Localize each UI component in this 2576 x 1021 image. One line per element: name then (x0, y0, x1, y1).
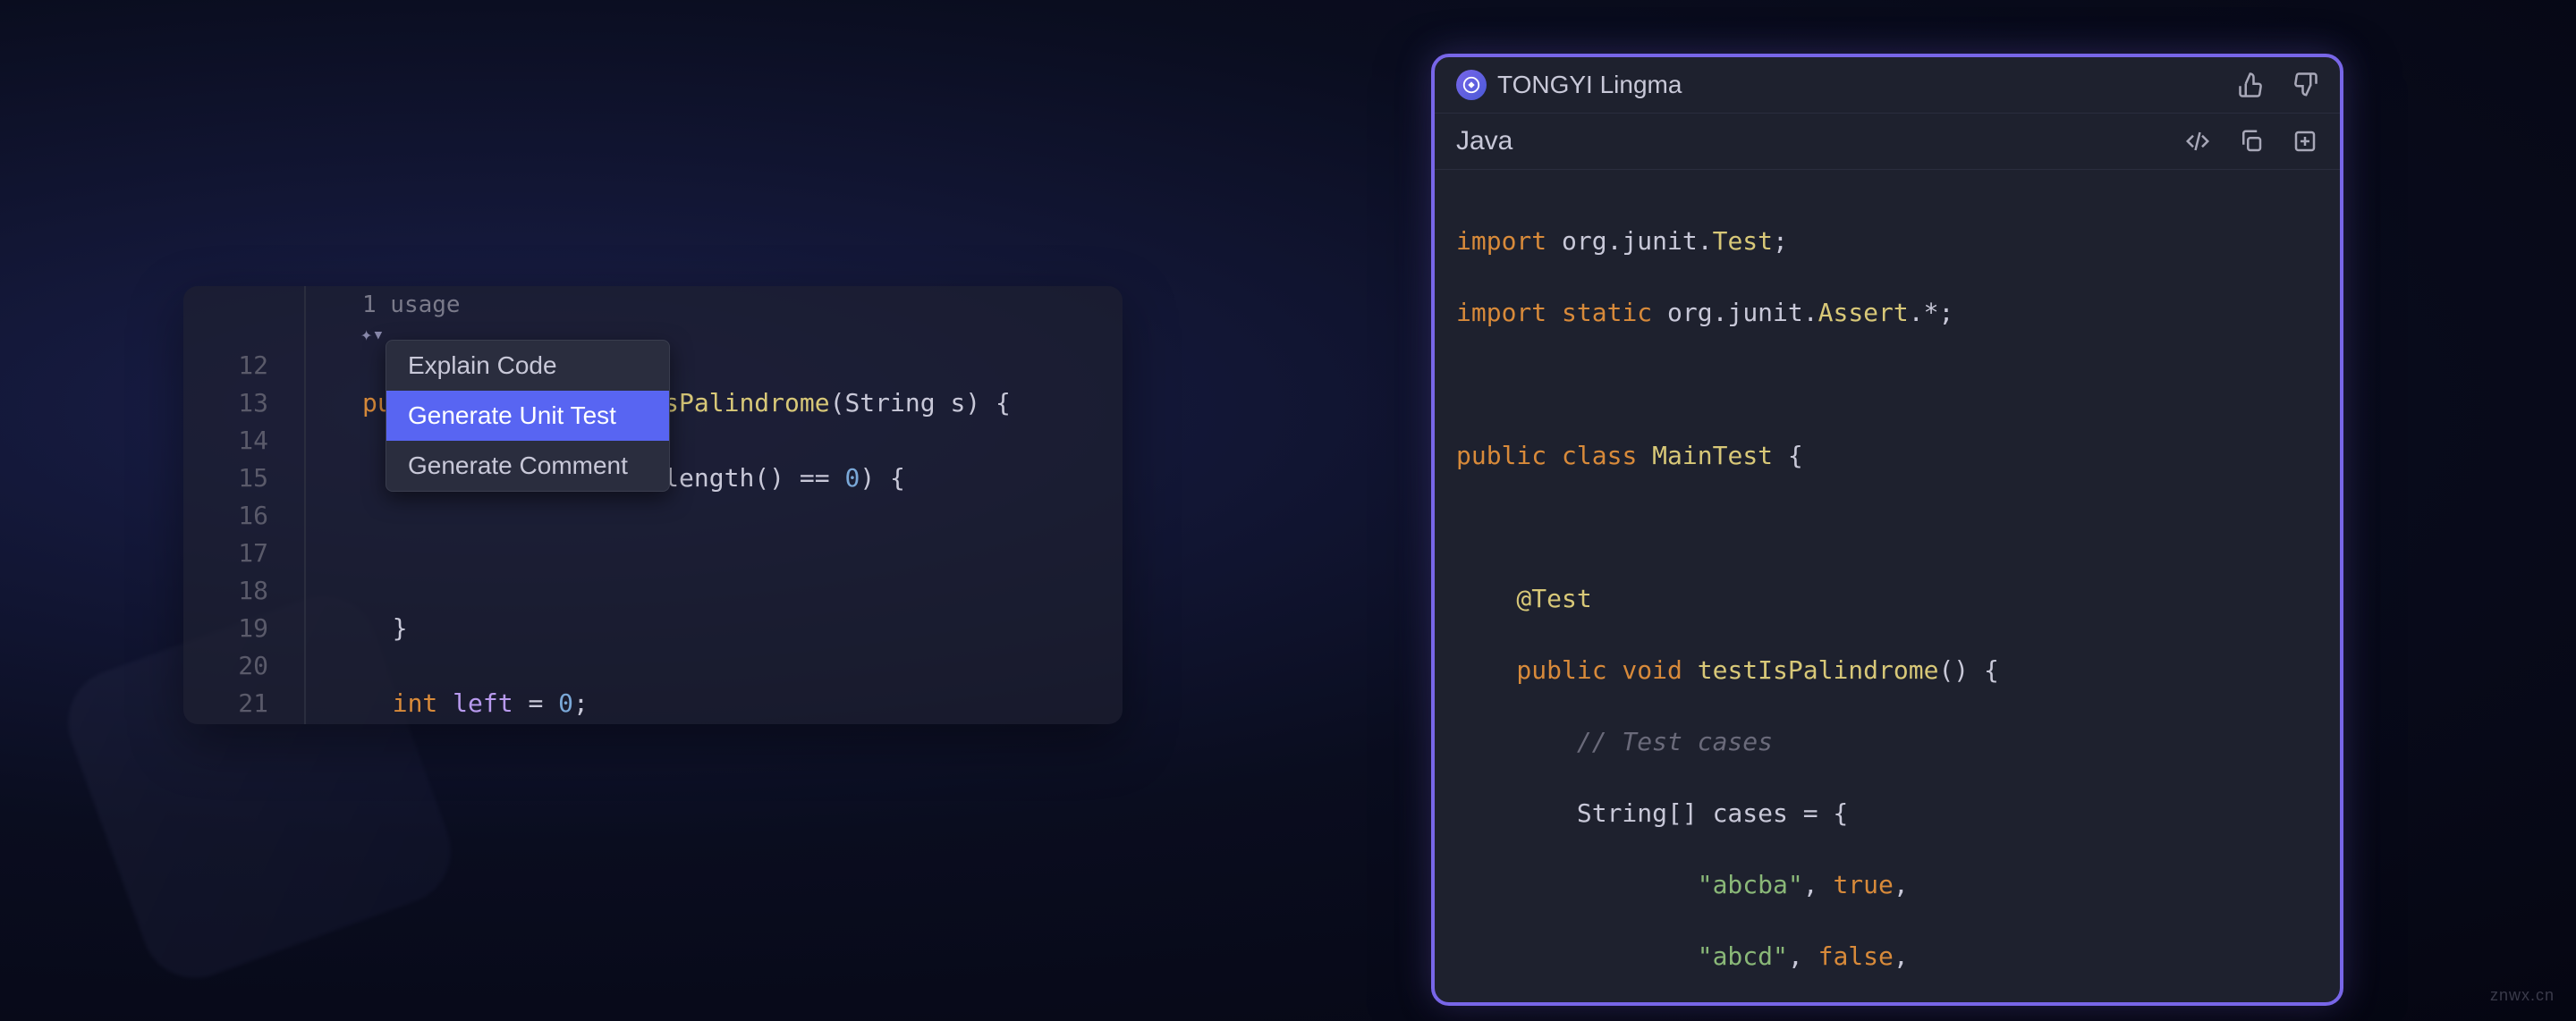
code-token: , (1894, 941, 1909, 971)
line-number: 20 (183, 647, 304, 685)
code-token: org.junit. (1652, 298, 1818, 327)
code-token: () { (1938, 655, 1998, 685)
code-token: isPalindrome (648, 388, 829, 418)
code-actions-menu: Explain Code Generate Unit Test Generate… (386, 340, 670, 492)
code-token: import (1456, 226, 1546, 256)
ai-badge-icon[interactable]: ✦▾ (360, 324, 385, 346)
menu-generate-comment[interactable]: Generate Comment (386, 441, 669, 491)
code-token: { (1773, 441, 1803, 470)
assistant-header: TONGYI Lingma (1435, 57, 2340, 114)
language-bar: Java (1435, 114, 2340, 170)
code-token: org.junit. (1546, 226, 1712, 256)
generated-code[interactable]: import org.junit.Test; import static org… (1435, 170, 2340, 1006)
menu-generate-unit-test[interactable]: Generate Unit Test (386, 391, 669, 441)
menu-explain-code[interactable]: Explain Code (386, 341, 669, 391)
line-number: 14 (183, 422, 304, 460)
line-number: 15 (183, 460, 304, 497)
thumbs-down-icon[interactable] (2292, 72, 2318, 98)
code-token: testIsPalindrome (1682, 655, 1939, 685)
line-number: 21 (183, 685, 304, 722)
code-token: , (1803, 870, 1834, 899)
code-token: ; (573, 688, 589, 718)
code-token: int (393, 688, 438, 718)
header-actions (2238, 72, 2318, 98)
code-token: // Test cases (1456, 727, 1773, 756)
line-number: 16 (183, 497, 304, 535)
code-token: @Test (1456, 584, 1592, 613)
line-gutter: 12 13 14 15 16 17 18 19 20 21 (183, 347, 304, 722)
code-token: ; (1773, 226, 1788, 256)
code-token: Test (1713, 226, 1773, 256)
code-token: (String s) { (830, 388, 1011, 418)
watermark: znwx.cn (2490, 986, 2555, 1005)
line-number: 18 (183, 572, 304, 610)
code-token: MainTest (1637, 441, 1773, 470)
code-token: "abcd" (1456, 941, 1788, 971)
code-token: = (513, 688, 559, 718)
usage-label: 1 usage (362, 291, 461, 318)
insert-code-icon[interactable] (2184, 128, 2211, 155)
code-token: "abcba" (1456, 870, 1803, 899)
copy-icon[interactable] (2238, 128, 2265, 155)
code-token: void (1607, 655, 1682, 685)
line-number: 12 (183, 347, 304, 384)
code-token: String[] cases = { (1456, 798, 1848, 828)
code-token: Assert (1818, 298, 1909, 327)
code-token: 0 (558, 688, 573, 718)
code-token: , (1788, 941, 1818, 971)
assistant-title-group: TONGYI Lingma (1456, 70, 1682, 100)
code-editor-panel: 1 usage ✦▾ 12 13 14 15 16 17 18 19 20 21… (183, 286, 1123, 724)
line-number: 13 (183, 384, 304, 422)
code-token: class (1546, 441, 1637, 470)
line-number: 19 (183, 610, 304, 647)
code-token: ) { (860, 463, 905, 493)
thumbs-up-icon[interactable] (2238, 72, 2265, 98)
code-token: import (1456, 298, 1546, 327)
code-token: 0 (844, 463, 860, 493)
code-token: public (1456, 655, 1607, 685)
assistant-title: TONGYI Lingma (1497, 71, 1682, 99)
code-toolbar (2184, 128, 2318, 155)
code-token: false (1818, 941, 1894, 971)
code-token: length() == (664, 463, 844, 493)
gutter-border (304, 286, 306, 724)
language-label: Java (1456, 126, 1513, 156)
new-file-icon[interactable] (2292, 128, 2318, 155)
code-token: left (437, 688, 513, 718)
code-token: static (1546, 298, 1652, 327)
line-number: 17 (183, 535, 304, 572)
code-token: , (1894, 870, 1909, 899)
assistant-panel: TONGYI Lingma Java import org.junit.Test… (1431, 54, 2343, 1006)
tongyi-logo-icon (1456, 70, 1487, 100)
code-token: } (393, 613, 408, 643)
code-token: public (1456, 441, 1546, 470)
code-token: .*; (1909, 298, 1954, 327)
code-token: true (1833, 870, 1893, 899)
